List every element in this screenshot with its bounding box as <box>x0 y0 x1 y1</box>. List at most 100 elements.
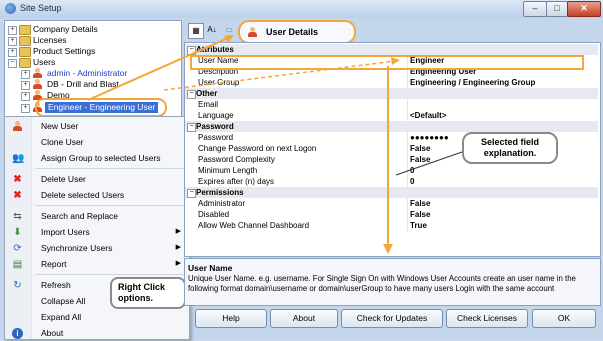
check-licenses-button[interactable]: Check Licenses <box>446 309 528 328</box>
about-button[interactable]: About <box>270 309 338 328</box>
menu-item-synchronize-users[interactable]: ⟳ Synchronize Users ▶ <box>5 240 189 256</box>
category-attributes[interactable]: − Attributes <box>185 44 598 55</box>
property-row[interactable]: Minimum Length 0 <box>185 165 598 176</box>
menu-item-about[interactable]: i About <box>5 325 189 341</box>
collapse-icon[interactable]: − <box>187 90 196 99</box>
menu-item-import-users[interactable]: ⬇ Import Users ▶ <box>5 224 189 240</box>
property-value[interactable]: False <box>410 143 430 154</box>
user-details-tab: User Details <box>238 20 356 44</box>
property-row[interactable]: Expires after (n) days 0 <box>185 176 598 187</box>
property-value[interactable]: <Default> <box>410 110 446 121</box>
menu-item-label: Assign Group to selected Users <box>41 153 161 163</box>
expand-icon[interactable]: + <box>21 92 30 101</box>
menu-item-label: Import Users <box>41 227 90 237</box>
property-row[interactable]: Administrator False <box>185 198 598 209</box>
property-key: Language <box>198 111 234 120</box>
property-row[interactable]: Allow Web Channel Dashboard True <box>185 220 598 231</box>
expand-icon[interactable]: + <box>21 104 30 113</box>
folder-icon <box>19 58 31 68</box>
check-for-updates-button[interactable]: Check for Updates <box>341 309 443 328</box>
user-name-highlight-box <box>190 55 584 70</box>
collapse-icon[interactable]: − <box>187 189 196 198</box>
property-row[interactable]: Disabled False <box>185 209 598 220</box>
expand-icon[interactable]: + <box>8 48 17 57</box>
group-icon: 👥 <box>12 153 25 164</box>
description-text: Unique User Name. e.g. username. For Sin… <box>188 274 576 293</box>
menu-separator <box>35 168 185 169</box>
property-row[interactable]: Language <Default> <box>185 110 598 121</box>
description-title: User Name <box>188 263 233 273</box>
report-icon: ▤ <box>12 259 23 270</box>
property-value[interactable]: Engineering / Engineering Group <box>410 77 535 88</box>
category-label: Permissions <box>196 188 244 197</box>
category-other[interactable]: − Other <box>185 88 598 99</box>
collapse-icon[interactable]: − <box>187 46 196 55</box>
close-button[interactable]: ✕ <box>567 1 601 17</box>
property-row[interactable]: Email <box>185 99 598 110</box>
tree-item-label: Users <box>33 57 56 67</box>
category-label: Other <box>196 89 218 98</box>
expand-icon[interactable]: + <box>8 26 17 35</box>
tree-item-users[interactable]: − Users <box>5 57 175 68</box>
collapse-icon[interactable]: − <box>187 123 196 132</box>
callout-right-click: Right Click options. <box>110 277 186 309</box>
tree-item-licenses[interactable]: + Licenses <box>5 35 175 46</box>
window-title: Site Setup <box>20 3 62 13</box>
property-value[interactable]: 0 <box>410 176 414 187</box>
menu-item-label: Expand All <box>41 312 82 322</box>
alphabetical-sort-icon[interactable]: A↓ <box>205 23 219 37</box>
category-password[interactable]: − Password <box>185 121 598 132</box>
info-icon: i <box>12 328 23 339</box>
menu-item-delete-user[interactable]: ✖ Delete User <box>5 171 189 187</box>
maximize-button[interactable]: □ <box>546 1 568 17</box>
menu-item-new-user[interactable]: New User <box>5 118 189 134</box>
tree-item-label: Company Details <box>33 24 98 34</box>
property-value[interactable]: False <box>410 209 430 220</box>
submenu-arrow-icon: ▶ <box>175 244 181 251</box>
property-key: Password <box>198 133 234 142</box>
expand-icon[interactable]: + <box>21 70 30 79</box>
menu-item-label: Report <box>41 259 67 269</box>
property-value[interactable]: False <box>410 154 430 165</box>
property-pages-icon[interactable]: ▭ <box>222 23 236 37</box>
menu-item-delete-selected[interactable]: ✖ Delete selected Users <box>5 187 189 203</box>
collapse-icon[interactable]: − <box>8 59 17 68</box>
help-button[interactable]: Help <box>195 309 267 328</box>
property-key: User Group <box>198 78 240 87</box>
tree-item-product-settings[interactable]: + Product Settings <box>5 46 175 57</box>
menu-item-assign-group[interactable]: 👥 Assign Group to selected Users <box>5 150 189 166</box>
property-value[interactable]: False <box>410 198 430 209</box>
menu-item-clone-user[interactable]: Clone User <box>5 134 189 150</box>
menu-item-expand-all[interactable]: Expand All <box>5 309 189 325</box>
menu-item-report[interactable]: ▤ Report ▶ <box>5 256 189 272</box>
category-label: Attributes <box>196 45 234 54</box>
expand-icon[interactable]: + <box>21 81 30 90</box>
folder-icon <box>19 25 31 35</box>
minimize-button[interactable]: – <box>523 1 547 17</box>
menu-item-label: About <box>41 328 64 338</box>
menu-item-search-replace[interactable]: ⇆ Search and Replace <box>5 208 189 224</box>
property-value[interactable]: 0 <box>410 165 414 176</box>
menu-item-label: Synchronize Users <box>41 243 113 253</box>
tree-item-user-admin[interactable]: + admin - Administrator <box>5 68 175 79</box>
tree-item-user-db[interactable]: + DB - Drill and Blast <box>5 79 175 90</box>
property-key: Disabled <box>198 210 230 219</box>
property-row[interactable]: User Group Engineering / Engineering Grou… <box>185 77 598 88</box>
user-icon <box>33 79 42 89</box>
category-permissions[interactable]: − Permissions <box>185 187 598 198</box>
property-value[interactable]: ●●●●●●●● <box>410 132 449 143</box>
callout-selected-field: Selected field explanation. <box>462 132 558 164</box>
tree-item-company-details[interactable]: + Company Details <box>5 24 175 35</box>
ok-button[interactable]: OK <box>532 309 596 328</box>
categorized-view-icon[interactable]: ▦ <box>188 23 204 39</box>
search-replace-icon: ⇆ <box>13 211 22 222</box>
user-icon <box>13 121 22 131</box>
delete-icon: ✖ <box>13 174 22 185</box>
user-icon <box>248 27 257 37</box>
expand-icon[interactable]: + <box>8 37 17 46</box>
menu-separator <box>35 205 185 206</box>
tree-item-label: Product Settings <box>33 46 96 56</box>
submenu-arrow-icon: ▶ <box>175 228 181 235</box>
property-key: Allow Web Channel Dashboard <box>198 221 310 230</box>
property-value[interactable]: True <box>410 220 427 231</box>
